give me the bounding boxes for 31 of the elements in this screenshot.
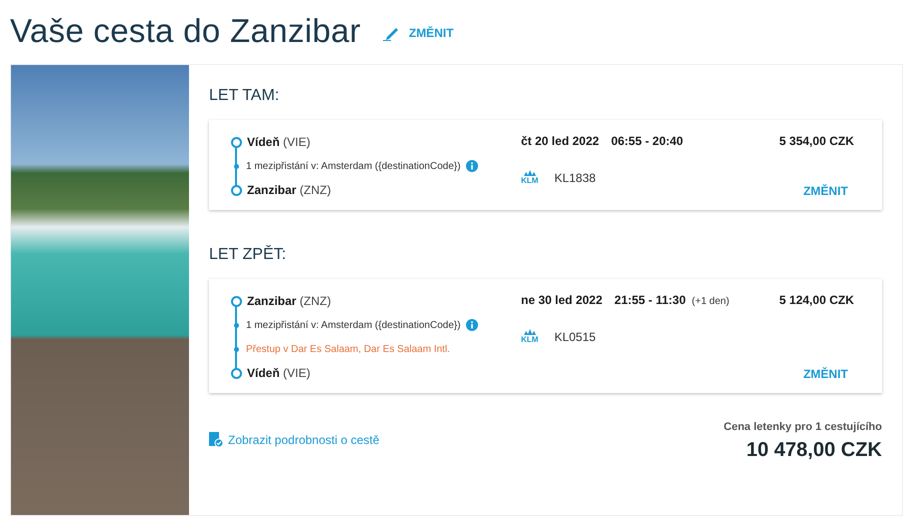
stopover-text: 1 mezipřistání v: Amsterdam ({destinationCode})	[246, 320, 461, 330]
pencil-icon	[382, 25, 401, 41]
change-link[interactable]: ZMĚNIT	[803, 367, 848, 381]
details-link[interactable]: Zobrazit podrobnosti o cestě	[209, 432, 380, 448]
price-label: Cena letenky pro 1 cestujícího	[724, 421, 882, 433]
info-icon[interactable]	[466, 319, 478, 331]
transfer-text: Přestup v Dar Es Salaam, Dar Es Salaam Intl.	[246, 344, 450, 354]
change-link[interactable]: ZMĚNIT	[803, 184, 848, 198]
stopover-text: 1 mezipřistání v: Amsterdam ({destinationCode})	[246, 160, 461, 172]
flight-date: čt 20 led 2022	[521, 134, 600, 148]
airport-label: Vídeň (VIE)	[247, 135, 310, 149]
flight-number: KL1838	[554, 170, 596, 184]
section-heading: LET ZPĚT:	[209, 246, 288, 264]
ticket-icon	[209, 432, 223, 448]
airport-label: Zanzibar (ZNZ)	[247, 183, 331, 197]
airport-label: Vídeň (VIE)	[247, 366, 310, 380]
flight-date: ne 30 led 2022	[521, 293, 602, 307]
airport-label: Zanzibar (ZNZ)	[247, 294, 331, 308]
airline-logo: KLM	[521, 329, 538, 344]
flight-price: 5 124,00 CZK	[779, 293, 854, 307]
next-day-note: (+1 den)	[692, 296, 730, 307]
page-title: Vaše cesta do Zanzibar	[10, 12, 361, 50]
flight-times: 21:55 - 11:30	[614, 293, 686, 307]
section-heading: LET TAM:	[209, 87, 280, 105]
airline-logo: KLM	[521, 170, 538, 185]
total-price: 10 478,00 CZK	[746, 439, 882, 462]
flight-price: 5 354,00 CZK	[779, 134, 854, 148]
flight-number: KL0515	[554, 330, 596, 344]
info-icon[interactable]	[466, 160, 478, 172]
edit-link[interactable]: ZMĚNIT	[382, 25, 454, 41]
flight-times: 06:55 - 20:40	[611, 134, 684, 148]
